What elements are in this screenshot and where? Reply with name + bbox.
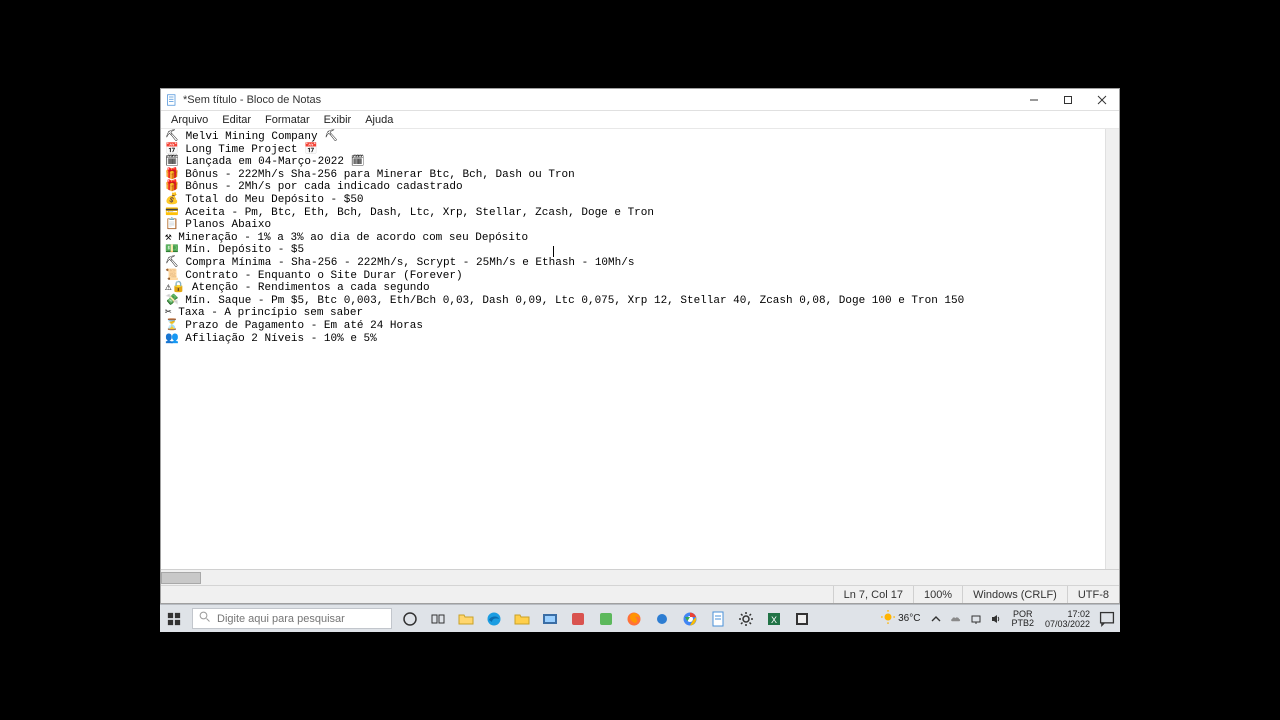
menu-view[interactable]: Exibir bbox=[318, 113, 358, 127]
minimize-button[interactable] bbox=[1017, 89, 1051, 111]
app-blue-icon[interactable] bbox=[648, 605, 676, 633]
weather-temp: 36°C bbox=[898, 613, 920, 624]
app-dark-icon[interactable] bbox=[788, 605, 816, 633]
maximize-button[interactable] bbox=[1051, 89, 1085, 111]
notification-icon[interactable] bbox=[1098, 610, 1116, 628]
folder-icon[interactable] bbox=[508, 605, 536, 633]
volume-icon[interactable] bbox=[988, 611, 1004, 627]
chrome-icon[interactable] bbox=[676, 605, 704, 633]
svg-text:X: X bbox=[771, 615, 777, 625]
edge-icon[interactable] bbox=[480, 605, 508, 633]
statusbar: Ln 7, Col 17 100% Windows (CRLF) UTF-8 bbox=[161, 585, 1119, 603]
search-input[interactable] bbox=[217, 613, 385, 625]
clock[interactable]: 17:02 07/03/2022 bbox=[1041, 609, 1094, 629]
firefox-icon[interactable] bbox=[620, 605, 648, 633]
horizontal-scrollbar[interactable] bbox=[161, 569, 1119, 585]
menu-format[interactable]: Formatar bbox=[259, 113, 316, 127]
media-icon[interactable] bbox=[536, 605, 564, 633]
cortana-icon[interactable] bbox=[396, 605, 424, 633]
taskview-icon[interactable] bbox=[424, 605, 452, 633]
menu-help[interactable]: Ajuda bbox=[359, 113, 399, 127]
search-box[interactable] bbox=[192, 608, 392, 629]
language-indicator[interactable]: POR PTB2 bbox=[1008, 610, 1037, 628]
network-icon[interactable] bbox=[968, 611, 984, 627]
system-tray: 36°C POR PTB2 17:02 07/03/2022 bbox=[877, 605, 1120, 632]
status-zoom: 100% bbox=[913, 586, 962, 603]
menu-edit[interactable]: Editar bbox=[216, 113, 257, 127]
status-position: Ln 7, Col 17 bbox=[833, 586, 913, 603]
sun-icon bbox=[881, 610, 895, 627]
text-cursor bbox=[553, 246, 554, 257]
tray-chevron-icon[interactable] bbox=[928, 611, 944, 627]
close-button[interactable] bbox=[1085, 89, 1119, 111]
settings-icon[interactable] bbox=[732, 605, 760, 633]
titlebar[interactable]: *Sem título - Bloco de Notas bbox=[161, 89, 1119, 111]
onedrive-icon[interactable] bbox=[948, 611, 964, 627]
explorer-icon[interactable] bbox=[452, 605, 480, 633]
start-button[interactable] bbox=[160, 605, 188, 632]
window-title: *Sem título - Bloco de Notas bbox=[183, 94, 321, 106]
vertical-scrollbar[interactable] bbox=[1105, 129, 1119, 569]
app-green-icon[interactable] bbox=[592, 605, 620, 633]
search-icon bbox=[199, 610, 211, 628]
status-eol: Windows (CRLF) bbox=[962, 586, 1067, 603]
weather-widget[interactable]: 36°C bbox=[877, 610, 924, 627]
app-red-icon[interactable] bbox=[564, 605, 592, 633]
excel-icon[interactable]: X bbox=[760, 605, 788, 633]
taskbar: X 36°C POR PTB2 17:02 07/03/2022 bbox=[160, 604, 1120, 632]
status-encoding: UTF-8 bbox=[1067, 586, 1119, 603]
menubar: Arquivo Editar Formatar Exibir Ajuda bbox=[161, 111, 1119, 129]
taskbar-pinned: X bbox=[396, 605, 816, 632]
editor-content[interactable]: ⛏ Melvi Mining Company ⛏ 📅 Long Time Pro… bbox=[161, 129, 1119, 347]
notepad-window: *Sem título - Bloco de Notas Arquivo Edi… bbox=[160, 88, 1120, 604]
text-editor[interactable]: ⛏ Melvi Mining Company ⛏ 📅 Long Time Pro… bbox=[161, 129, 1119, 569]
menu-file[interactable]: Arquivo bbox=[165, 113, 214, 127]
notepad-taskbar-icon[interactable] bbox=[704, 605, 732, 633]
notepad-icon bbox=[165, 93, 179, 107]
